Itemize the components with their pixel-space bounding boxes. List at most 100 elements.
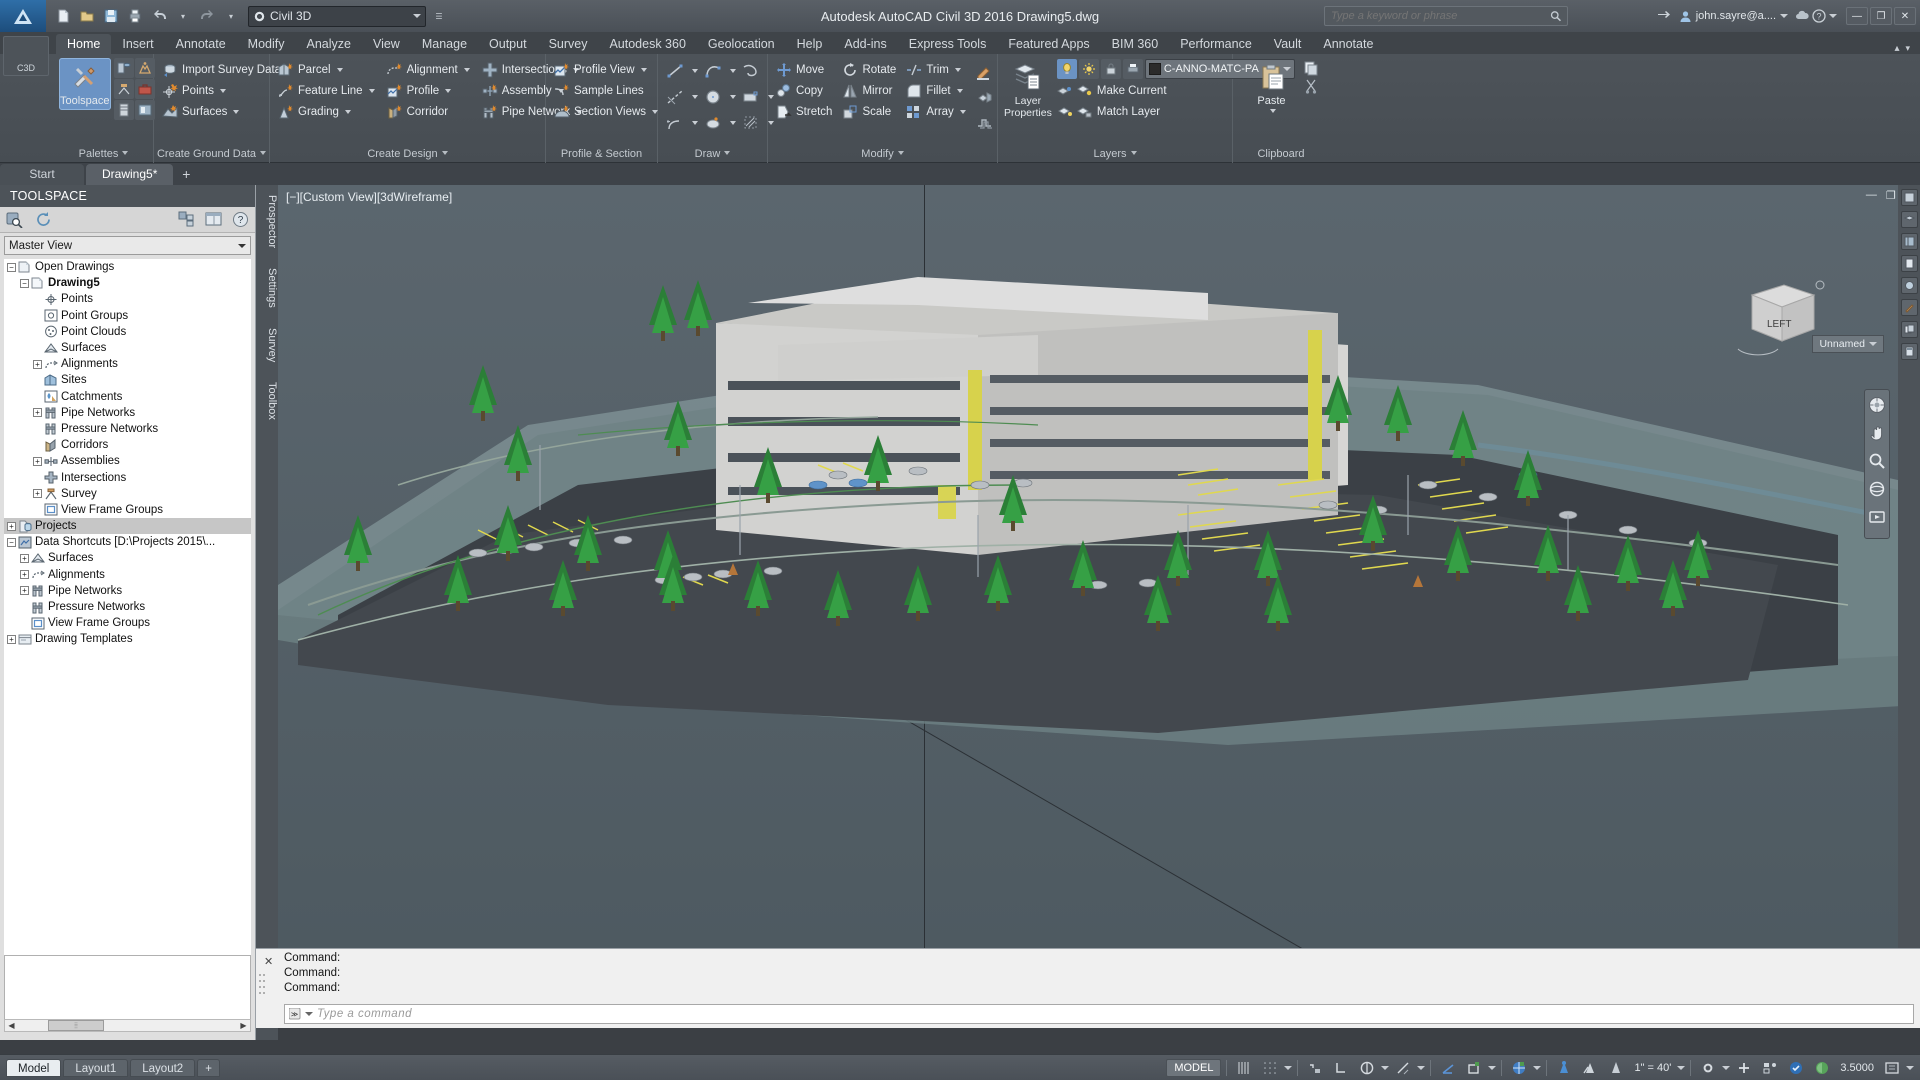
- refresh-icon[interactable]: [35, 211, 52, 228]
- tree-node-pressure-networks[interactable]: Pressure Networks: [4, 421, 251, 437]
- chevron-down-icon[interactable]: [1906, 1065, 1914, 1070]
- tree-node-view-frame-groups[interactable]: View Frame Groups: [4, 502, 251, 518]
- expand-icon[interactable]: +: [6, 634, 17, 645]
- alignment-button[interactable]: Alignment: [384, 60, 473, 79]
- hatch-icon[interactable]: [739, 111, 763, 135]
- workspace-switching-icon[interactable]: [1696, 1058, 1720, 1078]
- layer-properties-button[interactable]: Layer Properties: [1003, 58, 1053, 122]
- chevron-down-icon[interactable]: [692, 95, 698, 99]
- collapse-icon[interactable]: −: [6, 262, 17, 273]
- corridor-button[interactable]: Corridor: [384, 102, 473, 121]
- ortho-mode-icon[interactable]: [1355, 1058, 1379, 1078]
- layer-freeze-small-icon[interactable]: [1057, 104, 1073, 120]
- annotation-scale[interactable]: 1" = 40': [1630, 1058, 1675, 1078]
- expand-icon[interactable]: +: [32, 456, 43, 467]
- line-icon[interactable]: [663, 59, 687, 83]
- chevron-down-icon[interactable]: [1869, 342, 1877, 346]
- ribbon-tab-geolocation[interactable]: Geolocation: [697, 34, 786, 54]
- restore-button[interactable]: ❐: [1870, 7, 1892, 25]
- command-input-placeholder[interactable]: Type a command: [317, 1008, 412, 1020]
- orbit-icon[interactable]: [1868, 480, 1886, 498]
- arc-icon[interactable]: [701, 59, 725, 83]
- ellipse-icon[interactable]: [701, 111, 725, 135]
- ribbon-tab-performance[interactable]: Performance: [1169, 34, 1263, 54]
- chevron-down-icon[interactable]: [1417, 1065, 1426, 1070]
- profile-button[interactable]: Profile: [384, 81, 473, 100]
- toolbox-icon[interactable]: [134, 79, 155, 99]
- ribbon-tab-annotate[interactable]: Annotate: [1312, 34, 1384, 54]
- drawing-viewport[interactable]: [−][Custom View][3dWireframe] — ❐ ✕ LEFT…: [278, 185, 1920, 948]
- search-input[interactable]: [1331, 10, 1550, 22]
- snap-mode-icon[interactable]: [1258, 1058, 1282, 1078]
- dock-layers-icon[interactable]: [1900, 211, 1918, 228]
- viewport-label[interactable]: [−][Custom View][3dWireframe]: [286, 190, 452, 204]
- import-survey-data-button[interactable]: Import Survey Data: [159, 60, 284, 79]
- make-current-button[interactable]: Make Current: [1095, 81, 1170, 100]
- chevron-down-icon[interactable]: [692, 69, 698, 73]
- dock-quickcalc-icon[interactable]: [1900, 343, 1918, 360]
- rotate-button[interactable]: Rotate: [839, 60, 899, 79]
- chevron-down-icon[interactable]: [344, 109, 351, 114]
- search-icon[interactable]: [6, 211, 23, 228]
- grading-button[interactable]: Grading: [275, 102, 378, 121]
- chevron-down-icon[interactable]: [463, 67, 470, 72]
- chevron-down-icon[interactable]: [1381, 1065, 1390, 1070]
- tree-node-surfaces[interactable]: + Surfaces: [4, 550, 251, 566]
- offset-icon[interactable]: [973, 110, 997, 134]
- application-menu-button[interactable]: [0, 0, 46, 32]
- match-properties-icon[interactable]: [973, 60, 997, 84]
- dock-external-refs-icon[interactable]: [1900, 321, 1918, 338]
- dock-design-center-icon[interactable]: [1900, 277, 1918, 294]
- toolspace-tab-toolbox[interactable]: Toolbox: [256, 372, 278, 430]
- chevron-down-icon[interactable]: [640, 67, 647, 72]
- scale-button[interactable]: Scale: [839, 102, 899, 121]
- close-button[interactable]: ✕: [1894, 7, 1916, 25]
- layout-tab-model[interactable]: Model: [6, 1058, 62, 1077]
- cut-icon[interactable]: [1304, 78, 1320, 94]
- tree-node-corridors[interactable]: Corridors: [4, 437, 251, 453]
- tree-node-pressure-networks[interactable]: Pressure Networks: [4, 599, 251, 615]
- tree-node-data-shortcuts-d-projects-2015-[interactable]: − Data Shortcuts [D:\Projects 2015\...: [4, 534, 251, 550]
- tree-node-surfaces[interactable]: Surfaces: [4, 340, 251, 356]
- explode-icon[interactable]: [973, 85, 997, 109]
- tree-node-survey[interactable]: + Survey: [4, 486, 251, 502]
- dock-properties-icon[interactable]: [1900, 189, 1918, 206]
- tree-node-pipe-networks[interactable]: + Pipe Networks: [4, 405, 251, 421]
- match-layer-button[interactable]: Match Layer: [1095, 102, 1163, 121]
- tree-node-sites[interactable]: Sites: [4, 372, 251, 388]
- grid-display-icon[interactable]: [1232, 1058, 1256, 1078]
- dock-sheet-set-icon[interactable]: [1900, 255, 1918, 272]
- ribbon-tab-insert[interactable]: Insert: [111, 34, 164, 54]
- account-menu[interactable]: john.sayre@a....: [1675, 10, 1792, 23]
- chevron-down-icon[interactable]: [1829, 14, 1837, 18]
- stretch-button[interactable]: Stretch: [773, 102, 835, 121]
- ribbon-tab-vault[interactable]: Vault: [1263, 34, 1313, 54]
- array-button[interactable]: Array: [903, 102, 968, 121]
- tool-palettes-icon[interactable]: [134, 100, 155, 120]
- tree-node-catchments[interactable]: Catchments: [4, 389, 251, 405]
- expand-icon[interactable]: +: [32, 488, 43, 499]
- layer-freeze-icon[interactable]: [1078, 59, 1099, 79]
- tree-node-alignments[interactable]: + Alignments: [4, 567, 251, 583]
- minimize-button[interactable]: —: [1846, 7, 1868, 25]
- copy-clip-icon[interactable]: [1304, 60, 1320, 76]
- layer-plot-icon[interactable]: [1122, 59, 1143, 79]
- master-view-selector[interactable]: Master View: [4, 236, 251, 255]
- scrollbar-thumb[interactable]: ⦙⦙: [48, 1020, 104, 1031]
- chevron-down-icon[interactable]: ▾: [1905, 43, 1910, 54]
- panorama-icon[interactable]: [113, 100, 134, 120]
- rectangle-icon[interactable]: [739, 85, 763, 109]
- clean-screen-icon[interactable]: [1880, 1058, 1904, 1078]
- ribbon-tab-survey[interactable]: Survey: [538, 34, 599, 54]
- chevron-down-icon[interactable]: [730, 121, 736, 125]
- tree-node-point-groups[interactable]: Point Groups: [4, 308, 251, 324]
- surfaces-button[interactable]: Surfaces: [159, 102, 284, 121]
- fillet-button[interactable]: Fillet: [903, 81, 968, 100]
- osnap-tracking-icon[interactable]: [1462, 1058, 1486, 1078]
- expand-icon[interactable]: +: [19, 553, 30, 564]
- file-tab-drawing5-[interactable]: Drawing5*: [86, 164, 174, 185]
- layout-tab-layout2[interactable]: Layout2: [130, 1058, 196, 1077]
- isolate-layer-icon[interactable]: [1056, 83, 1073, 99]
- move-button[interactable]: Move: [773, 60, 835, 79]
- search-box[interactable]: [1324, 6, 1568, 26]
